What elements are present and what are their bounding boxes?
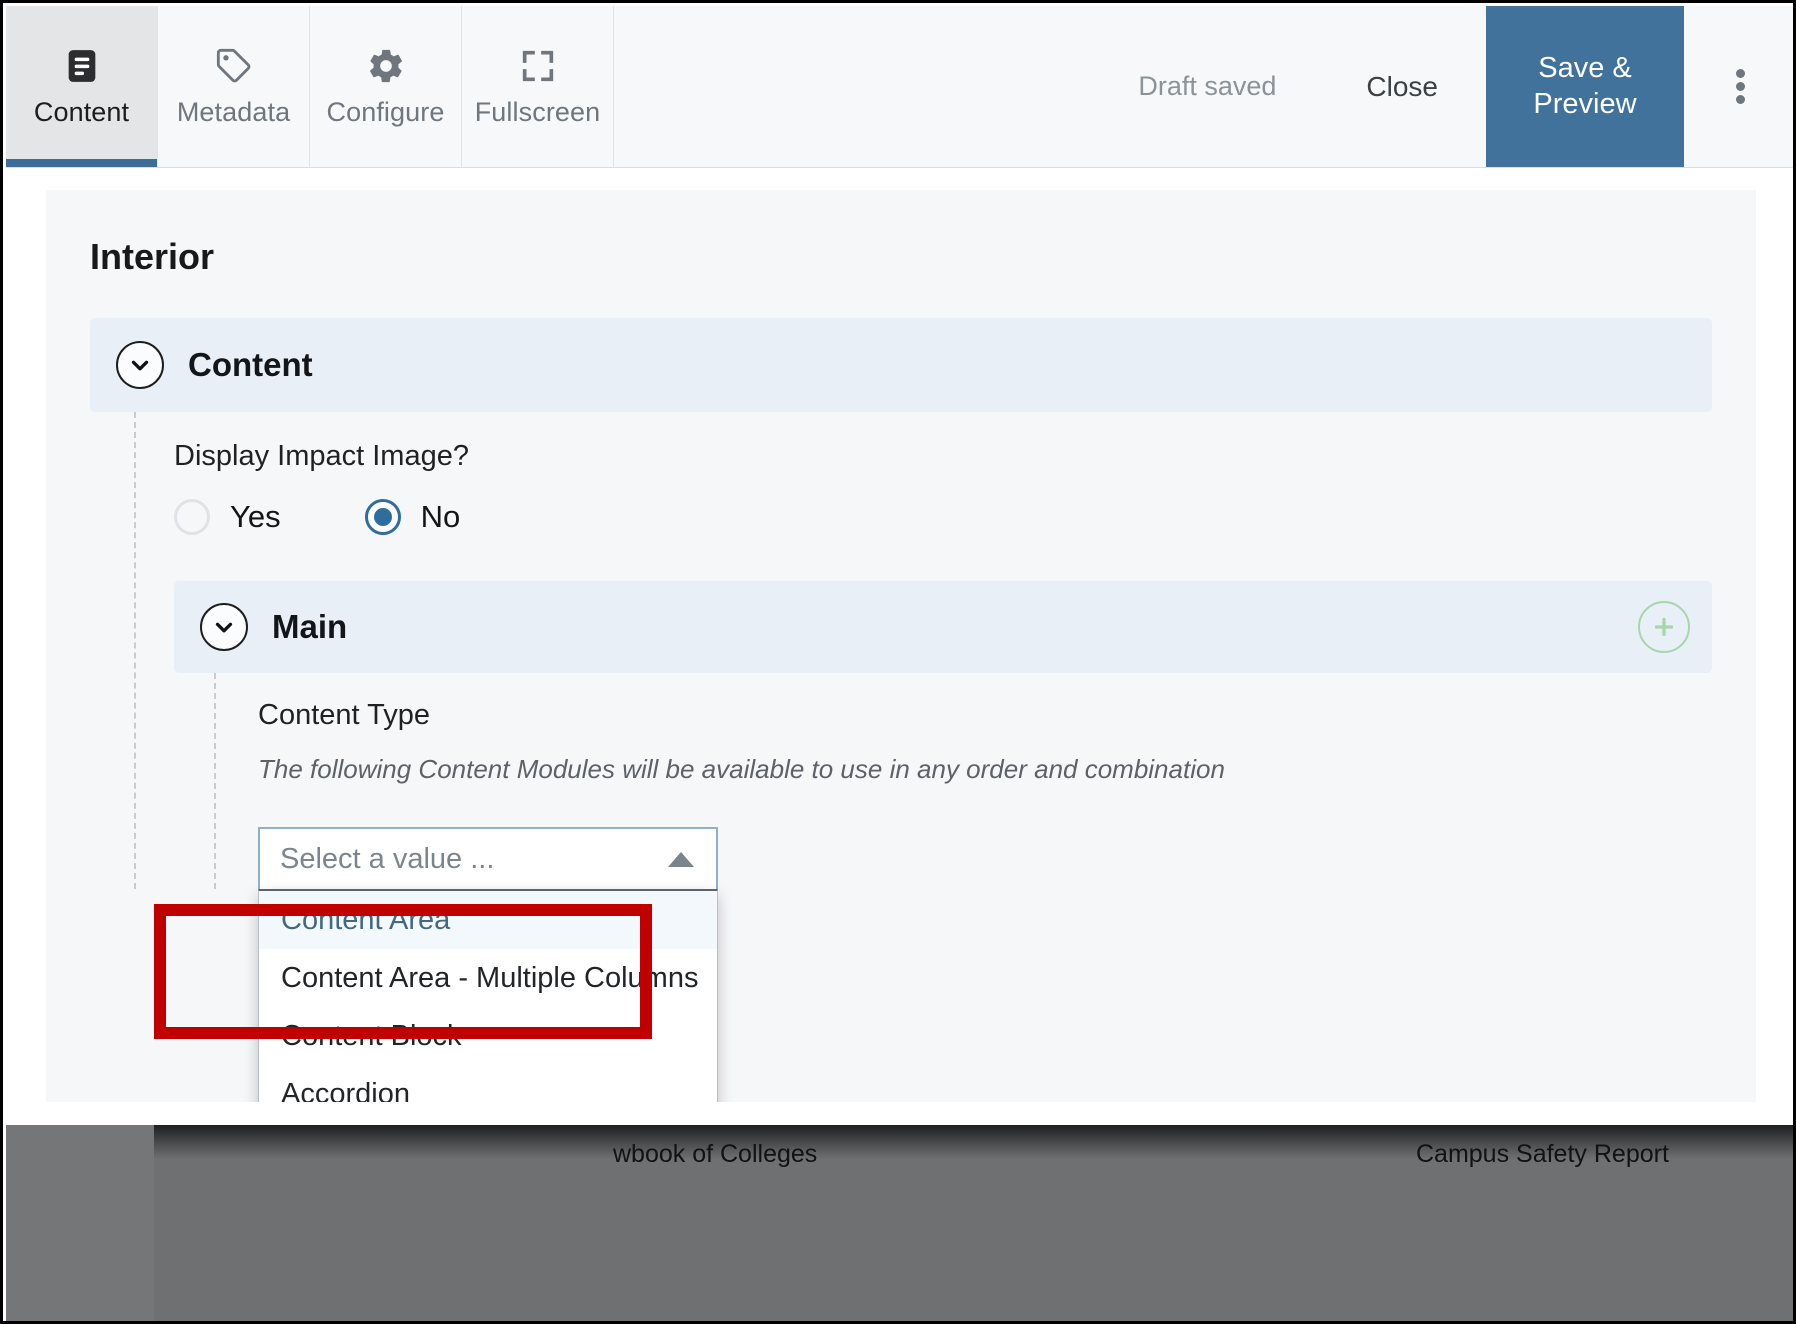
editor-toolbar: Content Metadata Configure Fullscreen Dr… [6, 6, 1793, 168]
content-type-select-wrapper: Select a value ... Content Area Content … [258, 827, 718, 1102]
tab-fullscreen[interactable]: Fullscreen [462, 6, 614, 167]
tab-content[interactable]: Content [6, 6, 158, 167]
accordion-title-content: Content [188, 346, 313, 383]
content-type-select-value: Select a value ... [280, 842, 495, 875]
dropdown-option-content-area[interactable]: Content Area [259, 891, 717, 949]
tab-configure-label: Configure [326, 97, 445, 127]
document-lines-icon [61, 45, 103, 87]
kebab-menu-icon[interactable] [1684, 6, 1793, 167]
content-type-label: Content Type [258, 699, 430, 731]
form-area: Interior Content Display Impact Image? Y… [46, 190, 1756, 1102]
gear-icon [365, 45, 407, 87]
chevron-down-icon[interactable] [200, 603, 248, 651]
display-impact-image-radio-group: Yes No [174, 499, 1756, 535]
tab-metadata[interactable]: Metadata [158, 6, 310, 167]
main-section-body: Content Type The following Content Modul… [214, 673, 1756, 1102]
content-editor-modal: Content Metadata Configure Fullscreen Dr… [6, 6, 1793, 1102]
kebab-dot [1735, 95, 1745, 104]
radio-no-label: No [420, 499, 461, 534]
page-title: Interior [90, 236, 215, 277]
radio-no-input[interactable] [364, 499, 401, 535]
tab-metadata-label: Metadata [176, 97, 291, 127]
close-button[interactable]: Close [1318, 6, 1486, 167]
chevron-down-icon[interactable] [116, 341, 164, 389]
display-impact-image-label: Display Impact Image? [174, 440, 469, 472]
expand-icon [517, 45, 559, 87]
content-type-help-text: The following Content Modules will be av… [258, 754, 1225, 784]
dropdown-option-content-area-multiple-columns[interactable]: Content Area - Multiple Columns [259, 949, 717, 1007]
screenshot-root: wbook of Colleges Campus Safety Report C… [0, 0, 1796, 1324]
kebab-dot [1735, 69, 1745, 78]
radio-yes-input[interactable] [174, 499, 210, 535]
background-link-campus-safety-report[interactable]: Campus Safety Report [1416, 1140, 1669, 1169]
plus-circle-icon[interactable] [1638, 601, 1690, 653]
draft-status: Draft saved [1138, 71, 1277, 101]
dropdown-option-content-block[interactable]: Content Block [259, 1007, 717, 1065]
tab-fullscreen-label: Fullscreen [474, 97, 601, 127]
content-section-body: Display Impact Image? Yes No Main Conten… [134, 412, 1756, 1102]
caret-up-icon[interactable] [668, 851, 694, 867]
save-and-preview-button[interactable]: Save & Preview [1486, 6, 1684, 167]
save-preview-line1: Save & [1538, 52, 1632, 85]
tag-icon [213, 45, 255, 87]
content-type-select[interactable]: Select a value ... [258, 827, 718, 889]
background-link-fiskebook[interactable]: wbook of Colleges [613, 1140, 817, 1169]
radio-option-yes[interactable]: Yes [174, 499, 281, 535]
content-type-dropdown: Content Area Content Area - Multiple Col… [258, 889, 718, 1102]
accordion-header-content[interactable]: Content [90, 318, 1712, 412]
dropdown-option-accordion[interactable]: Accordion [259, 1065, 717, 1103]
tab-content-label: Content [33, 97, 130, 127]
accordion-header-main[interactable]: Main [174, 581, 1712, 673]
tab-configure[interactable]: Configure [310, 6, 462, 167]
accordion-title-main: Main [272, 608, 348, 645]
radio-option-no[interactable]: No [364, 499, 461, 535]
radio-yes-label: Yes [230, 499, 281, 534]
save-preview-line2: Preview [1533, 87, 1637, 120]
kebab-dot [1735, 82, 1745, 91]
background-light-column [6, 1125, 154, 1321]
